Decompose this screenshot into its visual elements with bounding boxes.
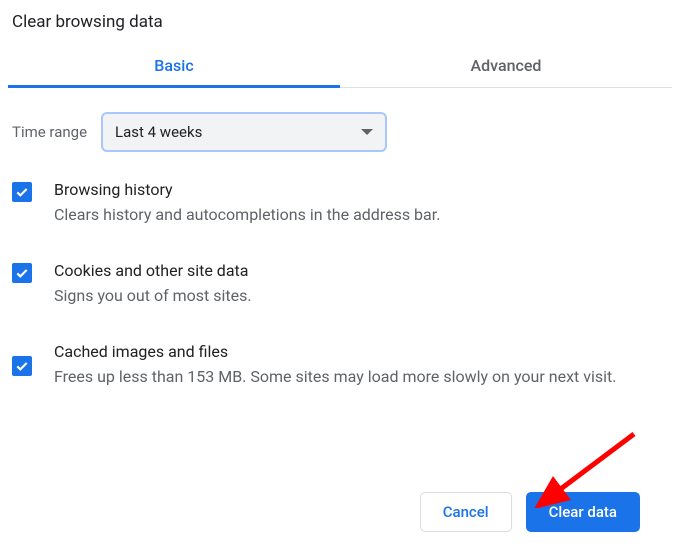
option-cookies: Cookies and other site data Signs you ou…	[12, 261, 668, 308]
option-text: Browsing history Clears history and auto…	[54, 180, 668, 227]
option-desc: Signs you out of most sites.	[54, 284, 668, 308]
time-range-select[interactable]: Last 4 weeks	[101, 112, 387, 152]
clear-browsing-data-dialog: Clear browsing data Basic Advanced Time …	[0, 0, 680, 389]
tab-advanced[interactable]: Advanced	[340, 46, 672, 87]
checkmark-icon	[14, 184, 30, 200]
option-text: Cached images and files Frees up less th…	[54, 342, 668, 389]
option-title: Cookies and other site data	[54, 261, 668, 280]
cancel-button[interactable]: Cancel	[420, 492, 512, 532]
time-range-row: Time range Last 4 weeks	[8, 88, 672, 160]
option-browsing-history: Browsing history Clears history and auto…	[12, 180, 668, 227]
dialog-footer: Cancel Clear data	[420, 492, 640, 532]
checkbox-cookies[interactable]	[12, 263, 32, 283]
option-cache: Cached images and files Frees up less th…	[12, 342, 668, 389]
clear-data-button[interactable]: Clear data	[526, 492, 640, 532]
checkmark-icon	[14, 358, 30, 374]
option-title: Browsing history	[54, 180, 668, 199]
option-text: Cookies and other site data Signs you ou…	[54, 261, 668, 308]
tab-basic[interactable]: Basic	[8, 46, 340, 87]
option-title: Cached images and files	[54, 342, 668, 361]
checkbox-cache[interactable]	[12, 356, 32, 376]
options-list: Browsing history Clears history and auto…	[8, 160, 672, 389]
tabs: Basic Advanced	[8, 46, 672, 88]
option-desc: Clears history and autocompletions in th…	[54, 203, 668, 227]
dialog-title: Clear browsing data	[8, 8, 672, 46]
chevron-down-icon	[361, 129, 373, 135]
time-range-label: Time range	[12, 123, 87, 141]
option-desc: Frees up less than 153 MB. Some sites ma…	[54, 365, 668, 389]
checkbox-browsing-history[interactable]	[12, 182, 32, 202]
checkmark-icon	[14, 265, 30, 281]
time-range-value: Last 4 weeks	[115, 123, 202, 141]
